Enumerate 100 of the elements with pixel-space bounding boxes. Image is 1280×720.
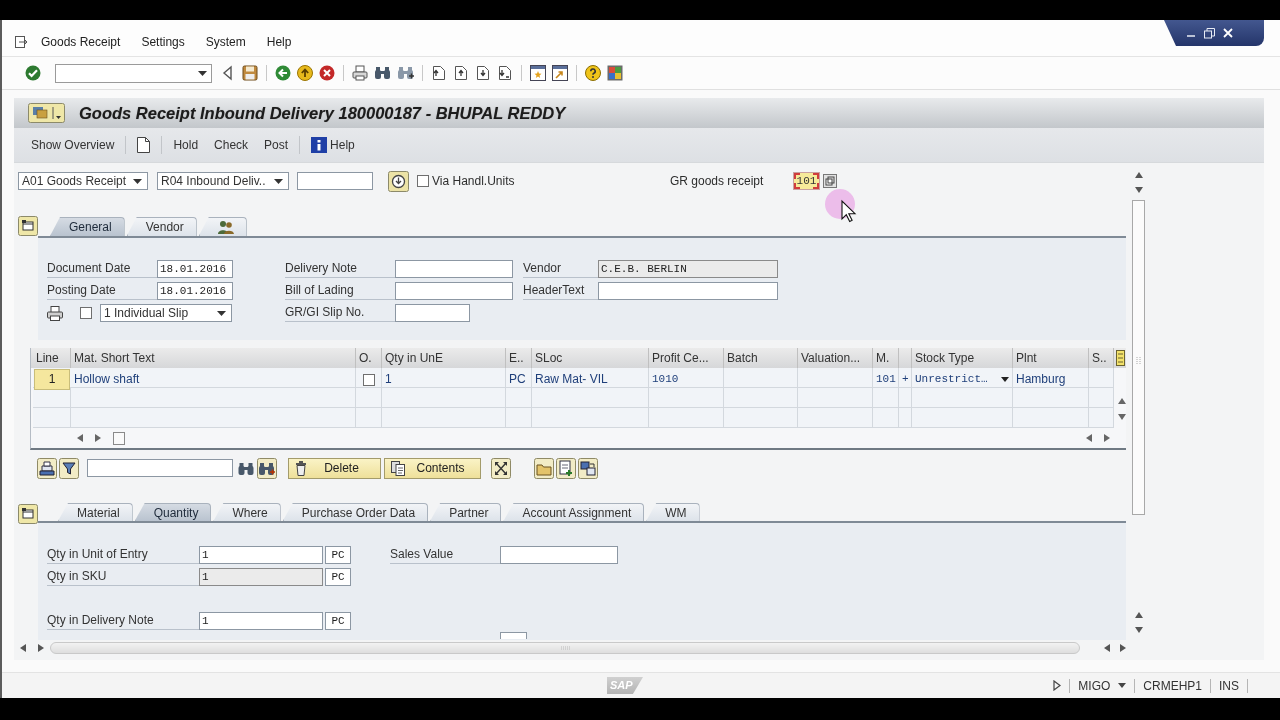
tab[interactable]: Partner bbox=[430, 503, 502, 521]
input-field[interactable]: 18.01.2016 bbox=[157, 260, 233, 278]
caret-icon[interactable] bbox=[1001, 377, 1009, 382]
unit-field[interactable]: PC bbox=[325, 568, 351, 586]
tab[interactable]: General bbox=[50, 217, 125, 236]
back-arrow-icon[interactable] bbox=[275, 65, 291, 81]
screen-menu-icon[interactable] bbox=[28, 103, 65, 123]
scrollbar-thumb[interactable] bbox=[1132, 200, 1145, 515]
window-arrow-icon[interactable] bbox=[15, 35, 29, 49]
folder-icon[interactable] bbox=[534, 457, 554, 479]
tab[interactable]: Material bbox=[58, 503, 133, 521]
binoculars-plus-icon[interactable] bbox=[397, 65, 414, 81]
tab[interactable]: Where bbox=[213, 503, 281, 521]
arrow-right-icon[interactable] bbox=[38, 644, 44, 652]
page-arrow-icon[interactable] bbox=[475, 65, 491, 81]
table-toolbar-button[interactable]: Delete bbox=[288, 457, 381, 479]
toolbar-button[interactable]: Post bbox=[256, 135, 297, 155]
input-field[interactable]: 101 bbox=[793, 172, 820, 190]
caret-icon[interactable] bbox=[274, 178, 283, 184]
input-field[interactable] bbox=[598, 282, 778, 300]
input-field[interactable] bbox=[500, 546, 618, 564]
tab[interactable]: WM bbox=[646, 503, 700, 521]
help-icon[interactable] bbox=[585, 65, 601, 81]
window-tile-icon[interactable] bbox=[18, 216, 38, 236]
caret-icon[interactable] bbox=[133, 178, 142, 184]
checkbox[interactable] bbox=[80, 307, 92, 319]
arrow-right-icon[interactable] bbox=[1120, 644, 1126, 652]
row-number[interactable]: 1 bbox=[34, 369, 70, 390]
caret-icon[interactable] bbox=[217, 310, 226, 316]
checkbox[interactable] bbox=[417, 175, 429, 187]
arrow-left-icon[interactable] bbox=[1086, 434, 1092, 442]
scrollbar-track[interactable] bbox=[50, 642, 1080, 654]
page-arrow-icon[interactable] bbox=[453, 65, 469, 81]
filter-icon[interactable] bbox=[59, 457, 79, 479]
binoculars-plus-icon[interactable] bbox=[257, 457, 277, 479]
menu-item[interactable]: Goods Receipt bbox=[41, 35, 121, 49]
tab[interactable]: Account Assignment bbox=[503, 503, 645, 521]
cancel-icon[interactable] bbox=[319, 65, 335, 81]
arrow-left-icon[interactable] bbox=[77, 434, 83, 442]
arrow-right-icon[interactable] bbox=[95, 434, 101, 442]
input-field[interactable] bbox=[87, 459, 233, 477]
arrow-up-icon[interactable] bbox=[1134, 172, 1143, 178]
arrow-down-icon[interactable] bbox=[1134, 187, 1143, 193]
document-icon[interactable] bbox=[137, 137, 151, 153]
arrow-left-icon[interactable] bbox=[1104, 644, 1110, 652]
unit-field[interactable]: PC bbox=[325, 612, 351, 630]
command-field[interactable] bbox=[55, 63, 212, 83]
input-field[interactable] bbox=[395, 260, 513, 278]
table-toolbar-button[interactable]: Contents bbox=[384, 457, 481, 479]
expand-arrows-icon[interactable] bbox=[491, 457, 511, 479]
column-settings-icon[interactable] bbox=[1116, 350, 1125, 366]
arrow-up-icon[interactable] bbox=[1134, 612, 1143, 618]
action-dropdown[interactable]: A01 Goods Receipt bbox=[18, 172, 148, 190]
menu-item[interactable]: System bbox=[205, 35, 246, 49]
tab[interactable]: Purchase Order Data bbox=[282, 503, 429, 521]
input-field[interactable] bbox=[500, 632, 527, 639]
menu-item[interactable]: Settings bbox=[141, 35, 185, 49]
page-arrow-icon[interactable] bbox=[431, 65, 447, 81]
print-icon[interactable] bbox=[47, 305, 63, 321]
stack-icon[interactable] bbox=[37, 457, 57, 479]
tab[interactable]: Quantity bbox=[134, 503, 212, 521]
color-squares-icon[interactable] bbox=[607, 65, 623, 81]
table-dropdown[interactable]: Unrestrict… bbox=[915, 370, 1009, 389]
input-field[interactable] bbox=[297, 172, 373, 190]
arrow-left-icon[interactable] bbox=[20, 644, 26, 652]
arrow-down-icon[interactable] bbox=[1134, 627, 1143, 633]
reference-dropdown[interactable]: R04 Inbound Deliv.. bbox=[157, 172, 289, 190]
checkmark-icon[interactable] bbox=[25, 65, 41, 81]
caret-icon[interactable] bbox=[198, 70, 207, 76]
transfer-icon[interactable] bbox=[578, 457, 598, 479]
tab[interactable]: Vendor bbox=[126, 217, 197, 236]
arrow-up-icon[interactable] bbox=[1118, 398, 1126, 404]
restore-icon[interactable] bbox=[1204, 27, 1215, 39]
caret-icon[interactable] bbox=[1118, 683, 1127, 688]
input-field[interactable]: 1 bbox=[199, 612, 323, 630]
output-dropdown[interactable]: 1 Individual Slip bbox=[100, 304, 232, 322]
arrow-down-icon[interactable] bbox=[1118, 414, 1126, 420]
toolbar-button[interactable]: Check bbox=[206, 135, 257, 155]
print-icon[interactable] bbox=[352, 65, 368, 81]
input-field[interactable]: C.E.B. BERLIN bbox=[598, 260, 778, 278]
checkbox[interactable] bbox=[362, 373, 375, 386]
arrow-right-icon[interactable] bbox=[1104, 434, 1110, 442]
page-arrow-icon[interactable] bbox=[497, 65, 513, 81]
unit-field[interactable]: PC bbox=[325, 546, 351, 564]
input-field[interactable] bbox=[395, 304, 470, 322]
menu-item[interactable]: Help bbox=[266, 35, 292, 49]
window-tile-icon[interactable] bbox=[18, 504, 38, 524]
input-field[interactable] bbox=[395, 282, 513, 300]
toolbar-button[interactable]: Hold bbox=[165, 135, 207, 155]
toolbar-button[interactable]: Show Overview bbox=[23, 135, 123, 155]
squares-icon[interactable] bbox=[823, 174, 837, 188]
triangle-right-icon[interactable] bbox=[1053, 680, 1062, 691]
input-field[interactable]: 1 bbox=[199, 568, 323, 586]
input-field[interactable]: 18.01.2016 bbox=[157, 282, 233, 300]
document-plus-icon[interactable] bbox=[556, 457, 576, 479]
close-icon[interactable] bbox=[1223, 28, 1233, 38]
scroll-thumb[interactable] bbox=[113, 431, 125, 445]
up-arrow-icon[interactable] bbox=[297, 65, 313, 81]
tab[interactable] bbox=[198, 217, 247, 236]
binoculars-icon[interactable] bbox=[374, 65, 391, 81]
